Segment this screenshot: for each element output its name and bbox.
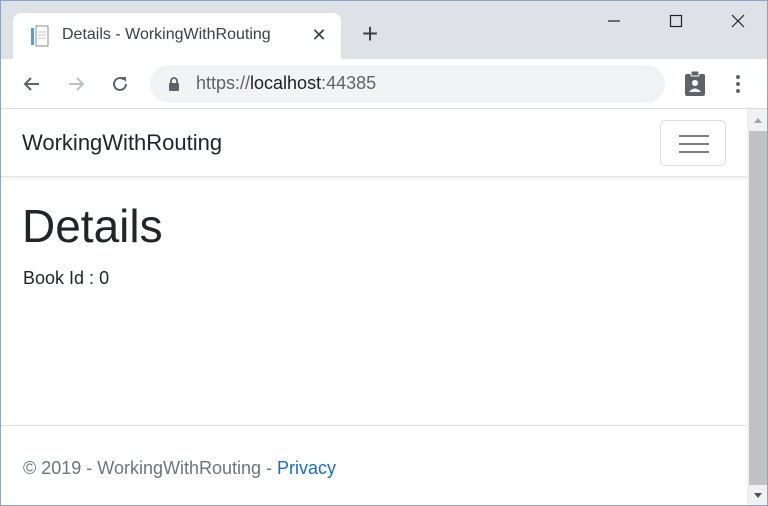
reload-icon[interactable] [105,69,135,99]
browser-tab[interactable]: Details - WorkingWithRouting ✕ [13,13,341,59]
hamburger-icon-bar [679,151,709,153]
hamburger-icon-bar [679,135,709,137]
footer-copyright: © 2019 - WorkingWithRouting - [23,458,278,478]
url-text: https://localhost:44385 [196,73,376,94]
site-footer: © 2019 - WorkingWithRouting - Privacy [1,425,747,505]
url-host: localhost [250,73,322,93]
scroll-thumb[interactable] [749,131,767,485]
new-tab-icon[interactable]: + [358,20,382,48]
footer-text: © 2019 - WorkingWithRouting - Privacy [23,458,336,479]
page-viewport: WorkingWithRouting Details Book Id : 0 ©… [1,109,747,505]
book-id-line: Book Id : 0 [23,268,109,289]
url-port: :44385 [321,73,377,93]
minimize-icon[interactable] [583,1,645,41]
maximize-icon[interactable] [645,1,707,41]
site-brand-link[interactable]: WorkingWithRouting [22,130,222,156]
book-id-separator: : [84,268,100,288]
page-favicon-icon [31,25,49,47]
back-arrow-icon[interactable] [17,69,47,99]
browser-window: Details - WorkingWithRouting ✕ + https:/… [0,0,768,506]
more-menu-icon[interactable] [726,70,750,98]
scroll-down-arrow-icon[interactable] [747,485,767,505]
navbar-toggler-button[interactable] [660,120,726,166]
tab-title: Details - WorkingWithRouting [62,26,271,43]
book-id-label: Book Id [23,268,85,288]
window-controls [583,1,767,41]
book-id-value: 0 [99,268,110,288]
url-scheme: https:// [196,73,251,93]
forward-arrow-icon[interactable] [61,69,91,99]
site-navbar: WorkingWithRouting [1,109,747,177]
tab-strip: Details - WorkingWithRouting ✕ + [1,1,767,59]
close-tab-icon[interactable]: ✕ [309,24,329,46]
browser-toolbar: https://localhost:44385 [1,59,767,109]
vertical-scrollbar[interactable] [747,109,767,505]
scroll-up-arrow-icon[interactable] [747,109,767,131]
address-bar[interactable]: https://localhost:44385 [150,65,665,103]
lock-icon [169,77,179,91]
page-title: Details [22,200,163,252]
privacy-link[interactable]: Privacy [277,458,336,478]
clipboard-extension-icon[interactable] [681,70,709,98]
hamburger-icon-bar [679,143,709,145]
close-window-icon[interactable] [707,1,767,41]
